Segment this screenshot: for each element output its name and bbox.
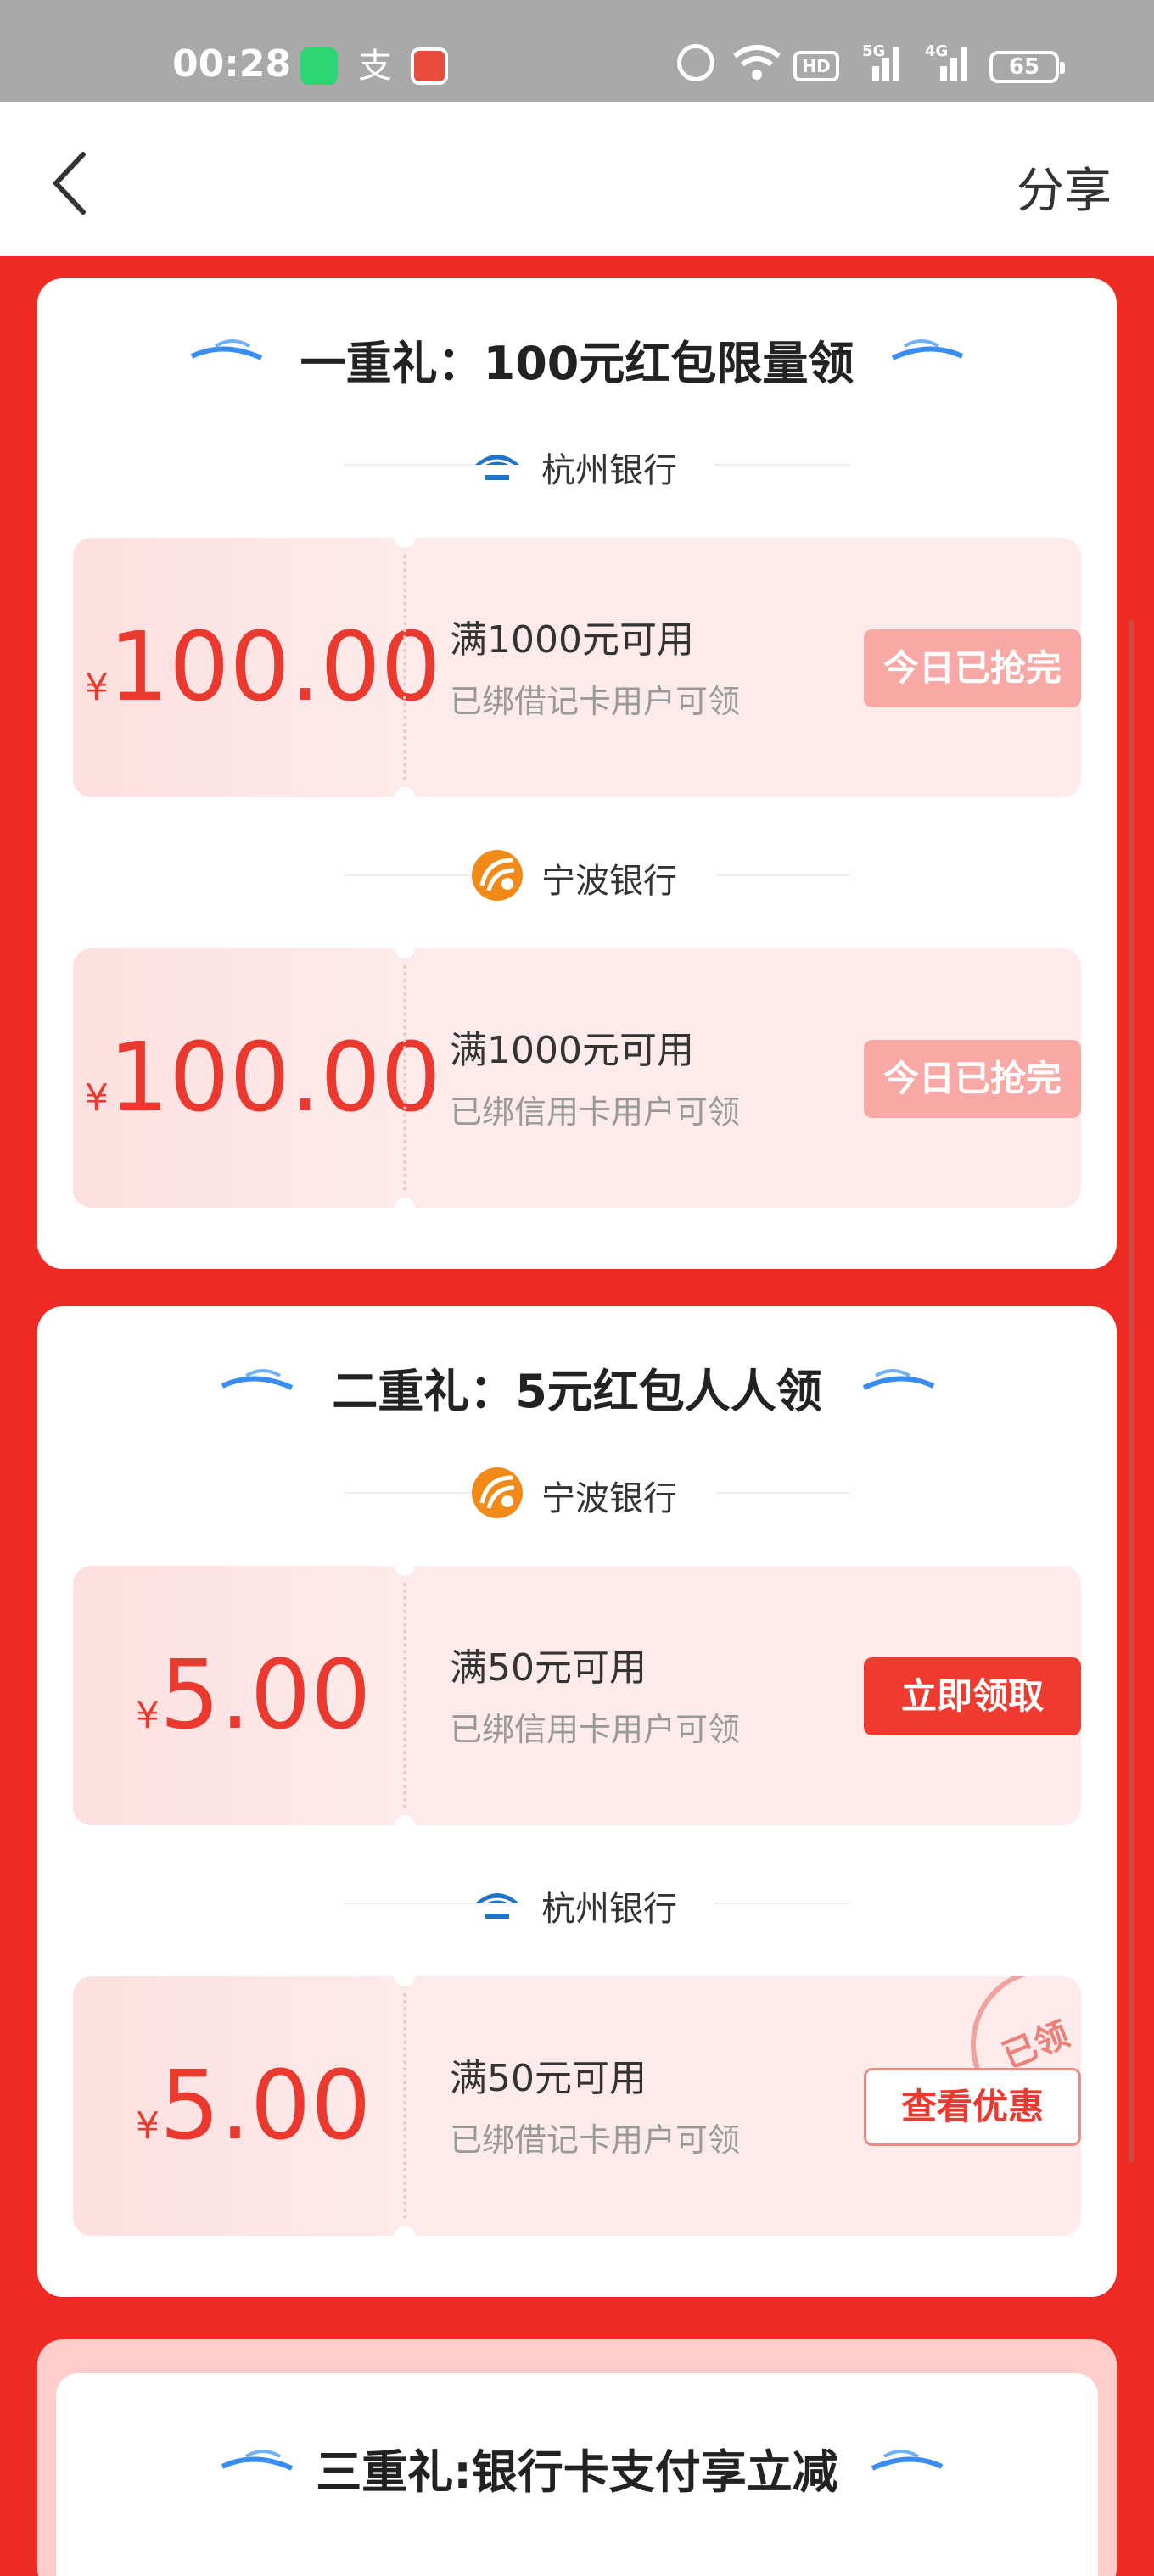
status-bar: 00:28 支 HD 5G 4G 65 (0, 0, 1154, 102)
share-button[interactable]: 分享 (1017, 153, 1112, 221)
ningbo-bank-logo-icon (472, 850, 523, 901)
splash-right-icon (871, 2450, 944, 2471)
sold-out-button[interactable]: 今日已抢完 (864, 629, 1081, 707)
coupon-eligibility: 已绑信用卡用户可领 (450, 1093, 741, 1131)
section-card-1: 一重礼：100元红包限量领 杭州银行 ¥100.00 满1000元可用 已绑借记… (37, 278, 1117, 1269)
view-offer-button[interactable]: 查看优惠 (864, 2068, 1081, 2146)
coupon-value: 5.00 (160, 2051, 372, 2161)
coupon-card: ¥100.00 满1000元可用 已绑借记卡用户可领 今日已抢完 (73, 538, 1081, 797)
hd-voice-icon: HD (793, 51, 839, 81)
sold-out-button[interactable]: 今日已抢完 (864, 1040, 1081, 1118)
coupon-value: 100.00 (109, 612, 441, 723)
status-time: 00:28 (172, 42, 292, 86)
coupon-eligibility: 已绑借记卡用户可领 (450, 2121, 741, 2159)
signal-4g-icon: 4G (923, 42, 971, 81)
signal-5g-icon: 5G (855, 42, 903, 81)
coupon-amount: ¥100.00 (85, 538, 441, 797)
bank-header: 杭州银行 (37, 434, 1117, 494)
section-card-2: 二重礼：5元红包人人领 宁波银行 ¥5.00 满50元可用 已绑信用卡用户可领 … (37, 1306, 1117, 2297)
currency-symbol: ¥ (136, 2104, 160, 2148)
hangzhou-bank-logo-icon (475, 455, 519, 480)
scrollbar[interactable] (1129, 619, 1134, 2163)
coupon-amount: ¥5.00 (136, 1566, 371, 1825)
coupon-card: ¥100.00 满1000元可用 已绑信用卡用户可领 今日已抢完 (73, 948, 1081, 1208)
coupon-value: 5.00 (160, 1640, 372, 1751)
section-card-3-inner: 三重礼:银行卡支付享立减 (56, 2373, 1098, 2576)
calendar-app-icon (411, 47, 448, 85)
nav-bar: 分享 (0, 102, 1154, 256)
coupon-eligibility: 已绑借记卡用户可领 (450, 683, 741, 720)
coupon-card: ¥5.00 满50元可用 已绑信用卡用户可领 立即领取 (73, 1566, 1081, 1825)
splash-right-icon (891, 339, 964, 360)
hangzhou-bank-logo-icon (475, 1893, 519, 1919)
currency-symbol: ¥ (85, 1076, 109, 1120)
currency-symbol: ¥ (136, 1694, 160, 1737)
bank-header: 宁波银行 (37, 845, 1117, 904)
bank-header: 杭州银行 (37, 1873, 1117, 1932)
back-icon[interactable] (48, 149, 107, 217)
bank-name: 杭州银行 (541, 451, 677, 490)
section-title: 二重礼：5元红包人人领 (332, 1365, 822, 1418)
section-card-3: 三重礼:银行卡支付享立减 (37, 2339, 1117, 2576)
currency-symbol: ¥ (85, 666, 109, 709)
battery-icon: 65 (989, 51, 1065, 83)
coupon-condition: 满1000元可用 (450, 618, 694, 662)
coupon-condition: 满1000元可用 (450, 1029, 694, 1072)
splash-right-icon (862, 1369, 935, 1390)
alipay-icon: 支 (358, 47, 392, 86)
coupon-eligibility: 已绑信用卡用户可领 (450, 1711, 741, 1748)
coupon-amount: ¥100.00 (85, 948, 441, 1208)
alarm-icon (677, 44, 714, 81)
bank-header: 宁波银行 (37, 1462, 1117, 1522)
coupon-condition: 满50元可用 (450, 1646, 647, 1690)
claim-now-button[interactable]: 立即领取 (864, 1657, 1081, 1735)
message-app-icon (300, 47, 338, 85)
bank-name: 宁波银行 (541, 1479, 677, 1518)
coupon-value: 100.00 (109, 1023, 441, 1133)
coupon-card: ¥5.00 已领取 满50元可用 已绑借记卡用户可领 查看优惠 (73, 1976, 1081, 2236)
bank-name: 杭州银行 (541, 1890, 677, 1929)
bank-name: 宁波银行 (541, 862, 677, 901)
coupon-condition: 满50元可用 (450, 2057, 647, 2100)
coupon-amount: ¥5.00 (136, 1976, 371, 2236)
wifi-icon (733, 45, 781, 80)
ningbo-bank-logo-icon (472, 1467, 523, 1518)
